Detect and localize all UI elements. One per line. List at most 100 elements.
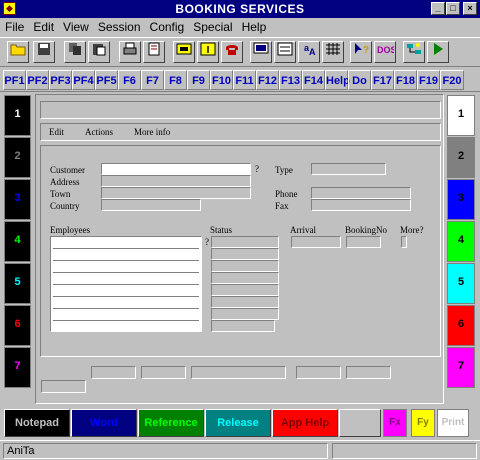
right-session-4[interactable]: 4 [447,221,475,262]
release-button[interactable]: Release [205,409,271,437]
screen-icon[interactable] [250,41,272,63]
notepad-button[interactable]: Notepad [4,409,70,437]
footer-field[interactable] [296,366,341,379]
right-session-1[interactable]: 1 [447,95,475,136]
pf-key-f18[interactable]: F18 [394,70,417,90]
left-session-6[interactable]: 6 [4,305,31,346]
font-icon[interactable]: aA [298,41,320,63]
left-session-2[interactable]: 2 [4,137,31,178]
run-icon[interactable] [427,41,449,63]
network-icon[interactable] [403,41,425,63]
status-field[interactable] [211,284,279,296]
menu-file[interactable]: File [0,18,28,34]
pf-key-pf2[interactable]: PF2 [26,70,49,90]
right-session-7[interactable]: 7 [447,347,475,388]
form-menu-actions[interactable]: Actions [85,127,113,137]
pf-key-f13[interactable]: F13 [279,70,302,90]
bookingno-field[interactable] [346,236,381,248]
more-field[interactable] [401,236,407,248]
status-field[interactable] [211,248,279,260]
pf-key-do[interactable]: Do [348,70,371,90]
footer-field[interactable] [191,366,286,379]
form-menu-edit[interactable]: Edit [49,127,64,137]
print-icon[interactable] [119,41,141,63]
fax-field[interactable] [311,199,411,211]
pf-key-pf3[interactable]: PF3 [49,70,72,90]
form-icon[interactable] [274,41,296,63]
left-session-4[interactable]: 4 [4,221,31,262]
status-field[interactable] [211,296,279,308]
pf-key-pf1[interactable]: PF1 [3,70,26,90]
pf-key-f11[interactable]: F11 [233,70,256,90]
print-preview-icon[interactable] [143,41,165,63]
minimize-button[interactable]: _ [431,2,445,15]
pf-key-f17[interactable]: F17 [371,70,394,90]
close-button[interactable]: × [463,2,477,15]
menu-help[interactable]: Help [237,18,271,34]
type-field[interactable] [311,163,386,175]
right-session-6[interactable]: 6 [447,305,475,346]
pf-key-f6[interactable]: F6 [118,70,141,90]
pf-key-f10[interactable]: F10 [210,70,233,90]
pf-key-help[interactable]: Help [325,70,350,90]
status-field[interactable] [211,320,275,332]
employees-list[interactable] [50,236,202,332]
menu-special[interactable]: Special [188,18,236,34]
paste-icon[interactable] [88,41,110,63]
pf-key-f9[interactable]: F9 [187,70,210,90]
menu-edit[interactable]: Edit [28,18,58,34]
pf-key-f8[interactable]: F8 [164,70,187,90]
arrival-field[interactable] [291,236,341,248]
status-field[interactable] [211,236,279,248]
empty-app-button[interactable] [339,409,381,437]
pf-key-pf5[interactable]: PF5 [95,70,118,90]
menu-view[interactable]: View [58,18,93,34]
reference-button[interactable]: Reference [138,409,204,437]
print-button[interactable]: Print [437,409,469,437]
status-field[interactable] [211,308,279,320]
pf-key-f14[interactable]: F14 [302,70,325,90]
fy-button[interactable]: Fy [411,409,435,437]
pf-key-f12[interactable]: F12 [256,70,279,90]
help-pointer-icon[interactable]: ? [350,41,372,63]
save-icon[interactable] [33,41,55,63]
word-button[interactable]: Word [71,409,137,437]
status-field[interactable] [211,272,279,284]
left-session-1[interactable]: 1 [4,95,31,136]
menu-session[interactable]: Session [93,18,145,34]
footer-field[interactable] [346,366,391,379]
pf-key-f19[interactable]: F19 [417,70,440,90]
footer-field[interactable] [91,366,136,379]
menu-config[interactable]: Config [145,18,189,34]
employees-lookup[interactable]: ? [205,237,209,247]
fx-button[interactable]: Fx [383,409,407,437]
customer-field[interactable] [101,163,251,175]
grid-icon[interactable] [322,41,344,63]
footer-field[interactable] [41,380,86,393]
dos-icon[interactable]: DOS [374,41,397,63]
right-session-3[interactable]: 3 [447,179,475,220]
pf-key-f20[interactable]: F20 [440,70,464,90]
left-session-7[interactable]: 7 [4,347,31,388]
left-session-5[interactable]: 5 [4,263,31,304]
pf-key-pf4[interactable]: PF4 [72,70,95,90]
left-session-3[interactable]: 3 [4,179,31,220]
town-field[interactable] [101,187,251,199]
maximize-button[interactable]: □ [446,2,460,15]
copy-icon[interactable] [64,41,86,63]
phone-field[interactable] [311,187,411,199]
open-folder-icon[interactable] [7,41,29,63]
customer-lookup[interactable]: ? [255,164,259,174]
right-session-2[interactable]: 2 [447,137,475,178]
form-menu-more-info[interactable]: More info [134,127,170,137]
keyboard-map-icon[interactable] [173,41,195,63]
footer-field[interactable] [141,366,186,379]
pf-key-f7[interactable]: F7 [141,70,164,90]
info-icon[interactable]: I [197,41,219,63]
address-field[interactable] [101,175,251,187]
right-session-5[interactable]: 5 [447,263,475,304]
app-help-button[interactable]: App Help [272,409,338,437]
status-field[interactable] [211,260,279,272]
country-field[interactable] [101,199,201,211]
phone-icon[interactable] [221,41,243,63]
